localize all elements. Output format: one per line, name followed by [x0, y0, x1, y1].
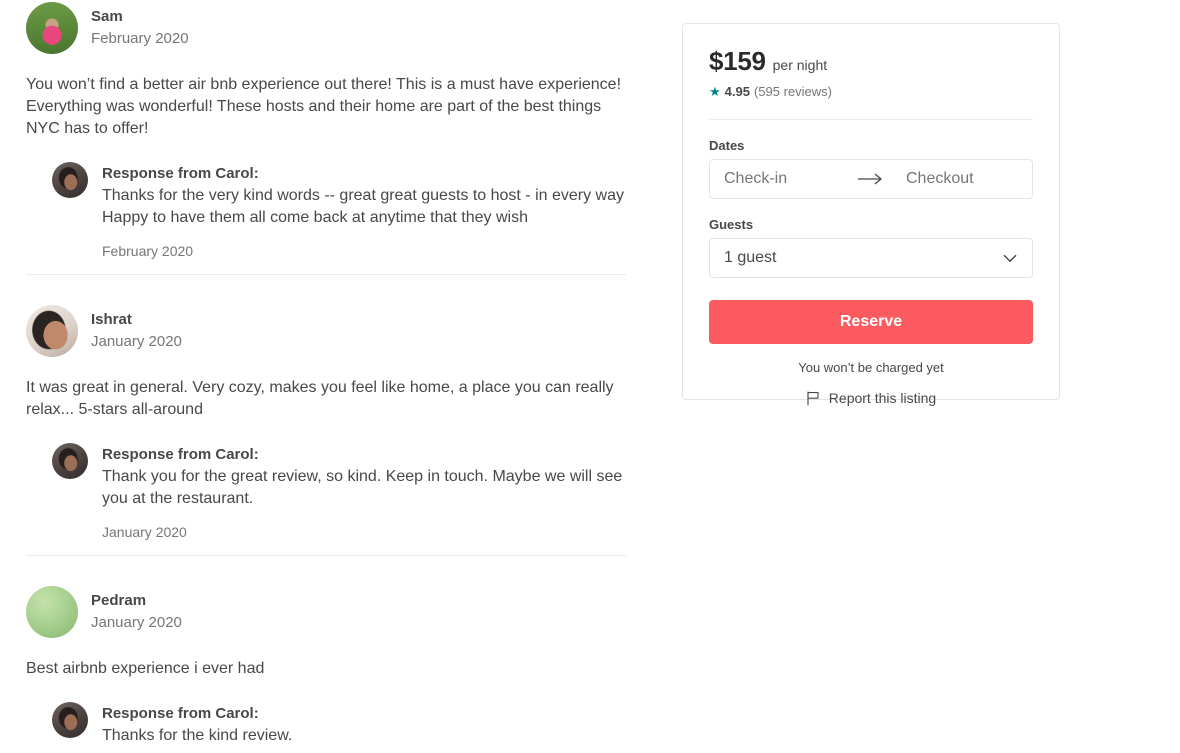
avatar[interactable] [26, 2, 78, 54]
guests-select[interactable]: 1 guest [709, 238, 1033, 278]
review-author-name: Sam [91, 8, 123, 25]
flag-icon [806, 390, 820, 406]
date-range-picker[interactable]: Check-in Checkout [709, 159, 1033, 199]
divider [709, 119, 1033, 120]
review-author-row: Ishrat January 2020 [26, 303, 626, 359]
host-response-date: February 2020 [102, 243, 194, 259]
host-response-title: Response from Carol: [102, 446, 259, 463]
host-response-body: Response from Carol: Thank you for the g… [102, 443, 627, 541]
arrow-right-icon [850, 173, 892, 185]
star-icon: ★ [709, 84, 721, 99]
host-avatar[interactable] [52, 702, 88, 738]
review-author-meta: Ishrat January 2020 [91, 310, 182, 352]
host-avatar[interactable] [52, 443, 88, 479]
dates-label: Dates [709, 138, 745, 153]
host-response-text: Thanks for the kind review. [102, 727, 293, 744]
host-response-title: Response from Carol: [102, 165, 259, 182]
review-author-meta: Sam February 2020 [91, 7, 189, 49]
review-date: January 2020 [91, 614, 182, 631]
listing-reviews-page: Sam February 2020 You won’t find a bette… [0, 0, 1180, 753]
review-date: February 2020 [91, 30, 189, 47]
checkin-input[interactable]: Check-in [710, 170, 850, 188]
review-count[interactable]: (595 reviews) [754, 84, 832, 99]
review-text: You won’t find a better air bnb experien… [26, 76, 622, 137]
review-author-name: Ishrat [91, 311, 132, 328]
report-listing-label: Report this listing [828, 390, 937, 406]
host-response: Response from Carol: Thanks for the very… [52, 162, 626, 260]
rating-row: ★ 4.95 (595 reviews) [709, 84, 1033, 99]
host-response: Response from Carol: Thank you for the g… [52, 443, 626, 541]
price-unit: per night [772, 57, 828, 73]
review-item: Pedram January 2020 Best airbnb experien… [26, 555, 626, 753]
avatar[interactable] [26, 586, 78, 638]
host-response-text: Thank you for the great review, so kind.… [102, 468, 623, 507]
rating-value: 4.95 [724, 84, 750, 99]
host-response-body: Response from Carol: Thanks for the very… [102, 162, 627, 260]
price-amount: $159 [709, 46, 766, 76]
guests-label: Guests [709, 217, 754, 232]
review-item: Sam February 2020 You won’t find a bette… [26, 0, 626, 274]
review-author-row: Pedram January 2020 [26, 584, 626, 640]
host-response-title: Response from Carol: [102, 705, 259, 722]
host-response-body: Response from Carol: Thanks for the kind… [102, 702, 627, 753]
checkout-input[interactable]: Checkout [892, 170, 1032, 188]
report-listing-link[interactable]: Report this listing [682, 390, 1060, 406]
host-avatar[interactable] [52, 162, 88, 198]
chevron-down-icon [1002, 250, 1018, 266]
reserve-button[interactable]: Reserve [709, 300, 1033, 344]
review-author-row: Sam February 2020 [26, 0, 626, 56]
review-author-meta: Pedram January 2020 [91, 591, 182, 633]
charge-note: You won’t be charged yet [798, 360, 944, 375]
host-response: Response from Carol: Thanks for the kind… [52, 702, 626, 753]
review-date: January 2020 [91, 333, 182, 350]
host-response-date: January 2020 [102, 524, 187, 540]
avatar[interactable] [26, 305, 78, 357]
booking-card: $159 per night ★ 4.95 (595 reviews) Date… [682, 23, 1060, 400]
price-row: $159 per night [709, 46, 1033, 77]
review-author-name: Pedram [91, 592, 147, 609]
review-item: Ishrat January 2020 It was great in gene… [26, 274, 626, 555]
reviews-list: Sam February 2020 You won’t find a bette… [26, 0, 626, 753]
guests-value: 1 guest [724, 249, 777, 266]
review-text: It was great in general. Very cozy, make… [26, 379, 614, 418]
host-response-text: Thanks for the very kind words -- great … [102, 187, 624, 226]
review-text: Best airbnb experience i ever had [26, 660, 265, 677]
